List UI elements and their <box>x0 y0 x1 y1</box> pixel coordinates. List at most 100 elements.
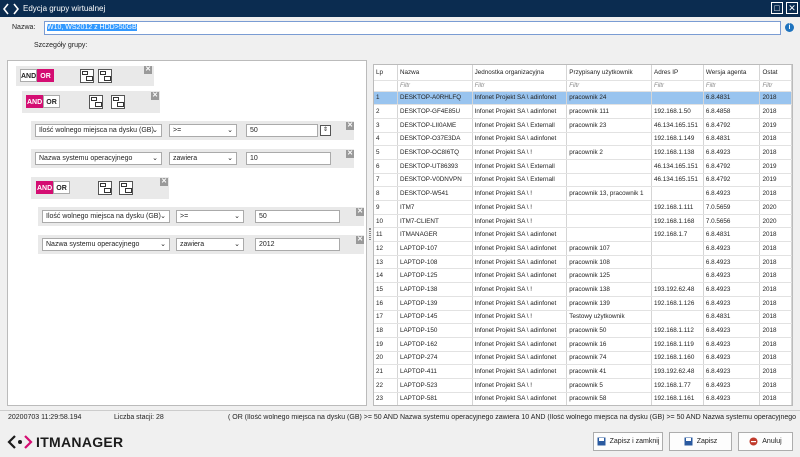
table-cell: 2019 <box>759 173 792 188</box>
condition-value-input[interactable]: 50 <box>246 124 318 137</box>
results-table: Lp Nazwa Jednostka organizacyjna Przypisany… <box>374 65 792 405</box>
table-cell: Infonet Projekt SA \ adinfonet <box>472 268 568 284</box>
condition-field-select[interactable]: Ilość wolnego miejsca na dysku (GB) ⌄ <box>35 124 162 137</box>
root-and-button[interactable]: AND <box>20 69 37 82</box>
table-row[interactable]: 13 LAPTOP-108 Infonet Projekt SA \ adinfon… <box>374 255 792 270</box>
table-cell: 6.8.4923 <box>703 282 761 297</box>
table-cell: 2018 <box>759 227 792 243</box>
group1-or-button[interactable]: OR <box>43 95 60 108</box>
table-cell: DESKTOP-LII0AME <box>397 118 473 133</box>
table-row[interactable]: 2 DESKTOP-GF4E85U Infonet Projekt SA \ adi… <box>374 104 792 119</box>
column-header[interactable]: Adres IP <box>651 65 704 81</box>
table-cell: 6.8.4923 <box>703 351 761 366</box>
column-filter[interactable]: Filtr <box>472 80 568 92</box>
table-cell: 192.168.1.149 <box>651 132 704 147</box>
group1-add-condition-icon[interactable] <box>89 95 103 109</box>
table-row[interactable]: 15 LAPTOP-138 Infonet Projekt SA \ ! pracow… <box>374 282 792 297</box>
table-cell: 2 <box>374 104 398 119</box>
save-button[interactable]: Zapisz <box>669 432 732 451</box>
status-timestamp: 20200703 11:29:58.194 <box>8 414 82 421</box>
splitter-handle[interactable] <box>369 228 371 240</box>
table-row[interactable]: 6 DESKTOP-UT86393 Infonet Projekt SA \ Ext… <box>374 159 792 174</box>
root-or-button[interactable]: OR <box>37 69 54 82</box>
table-row[interactable]: 3 DESKTOP-LII0AME Infonet Projekt SA \ Ext… <box>374 118 792 133</box>
name-label: Nazwa: <box>12 24 36 31</box>
remove-condition-button[interactable]: ✕ <box>346 122 354 130</box>
condition-value-input[interactable]: 50 <box>255 210 340 223</box>
condition-operator-select[interactable]: zawiera ⌄ <box>169 152 237 165</box>
group1-add-group-icon[interactable] <box>111 95 125 109</box>
column-header[interactable]: Ostat <box>759 65 792 81</box>
table-cell: 2018 <box>759 268 792 284</box>
column-header[interactable]: Jednostka organizacyjna <box>472 65 568 81</box>
table-row[interactable]: 20 LAPTOP-274 Infonet Projekt SA \ adinfon… <box>374 351 792 366</box>
table-row[interactable]: 11 ITMANAGER Infonet Projekt SA \ adinfone… <box>374 227 792 243</box>
remove-condition-button[interactable]: ✕ <box>356 208 364 216</box>
table-cell: 19 <box>374 337 398 352</box>
table-cell <box>651 241 704 256</box>
table-cell: 2018 <box>759 296 792 311</box>
table-row[interactable]: 12 LAPTOP-107 Infonet Projekt SA \ adinfon… <box>374 241 792 256</box>
add-condition-icon[interactable] <box>80 69 94 83</box>
table-row[interactable]: 9 ITM7 Infonet Projekt SA \ ! 192.168.1.111… <box>374 200 792 215</box>
remove-root-group-button[interactable]: ✕ <box>144 66 152 74</box>
table-row[interactable]: 23 LAPTOP-581 Infonet Projekt SA \ adinfon… <box>374 392 792 405</box>
condition-field-select[interactable]: Nazwa systemu operacyjnego ⌄ <box>42 238 170 251</box>
group2-add-group-icon[interactable] <box>119 181 133 195</box>
table-row[interactable]: 19 LAPTOP-162 Infonet Projekt SA \ adinfon… <box>374 337 792 352</box>
table-row[interactable]: 7 DESKTOP-V0DNVPN Infonet Projekt SA \ Ext… <box>374 173 792 188</box>
column-filter[interactable]: Filtr <box>566 80 653 92</box>
remove-condition-button[interactable]: ✕ <box>346 150 354 158</box>
table-row[interactable]: 17 LAPTOP-145 Infonet Projekt SA \ ! Testow… <box>374 310 792 325</box>
table-cell: 6.8.4923 <box>703 378 761 393</box>
table-cell: 2018 <box>759 392 792 405</box>
column-filter[interactable]: Filtr <box>397 80 473 92</box>
group2-add-condition-icon[interactable] <box>98 181 112 195</box>
add-group-icon[interactable] <box>98 69 112 83</box>
group2-or-button[interactable]: OR <box>53 181 70 194</box>
table-cell <box>566 159 653 174</box>
table-cell: 2018 <box>759 282 792 297</box>
column-filter[interactable]: Filtr <box>651 80 704 92</box>
condition-operator-select[interactable]: >= ⌄ <box>169 124 237 137</box>
table-cell: 6.8.4831 <box>703 132 761 147</box>
condition-field-select[interactable]: Nazwa systemu operacyjnego ⌄ <box>35 152 162 165</box>
column-header[interactable]: Wersja agenta <box>703 65 761 81</box>
condition-operator-select[interactable]: >= ⌄ <box>176 210 244 223</box>
table-cell: 2019 <box>759 159 792 174</box>
remove-group1-button[interactable]: ✕ <box>151 92 159 100</box>
table-row[interactable]: 1 DESKTOP-A0RHLFQ Infonet Projekt SA \ adi… <box>374 91 792 106</box>
table-cell: pracownik 13, pracownik 1 <box>566 186 653 201</box>
column-header[interactable]: Lp <box>374 65 398 81</box>
table-row[interactable]: 8 DESKTOP-W541 Infonet Projekt SA \ ! praco… <box>374 186 792 201</box>
spinner-icon[interactable]: ⇕ <box>320 125 331 136</box>
cancel-button[interactable]: Anuluj <box>738 432 793 451</box>
table-cell: 6.8.4923 <box>703 392 761 405</box>
condition-field-select[interactable]: Ilość wolnego miejsca na dysku (GB) ⌄ <box>42 210 170 223</box>
table-row[interactable]: 4 DESKTOP-O37E3DA Infonet Projekt SA \ adi… <box>374 132 792 147</box>
remove-group2-button[interactable]: ✕ <box>160 178 168 186</box>
column-filter[interactable]: Filtr <box>759 80 792 92</box>
name-input[interactable]: W10, WS2012 z HDD>50GB <box>44 21 781 35</box>
condition-value-input[interactable]: 2012 <box>255 238 340 251</box>
table-row[interactable]: 22 LAPTOP-523 Infonet Projekt SA \ ! pracow… <box>374 378 792 393</box>
table-row[interactable]: 14 LAPTOP-125 Infonet Projekt SA \ adinfon… <box>374 268 792 284</box>
column-filter[interactable]: Filtr <box>703 80 761 92</box>
table-row[interactable]: 18 LAPTOP-150 Infonet Projekt SA \ adinfon… <box>374 323 792 338</box>
column-header[interactable]: Przypisany użytkownik <box>566 65 653 81</box>
save-and-close-button[interactable]: Zapisz i zamknij <box>593 432 663 451</box>
table-row[interactable]: 5 DESKTOP-OC8I6TQ Infonet Projekt SA \ ! pr… <box>374 145 792 160</box>
close-window-button[interactable]: ✕ <box>786 2 798 14</box>
maximize-button[interactable]: □ <box>771 2 783 14</box>
table-row[interactable]: 21 LAPTOP-411 Infonet Projekt SA \ adinfon… <box>374 364 792 379</box>
table-row[interactable]: 10 ITM7-CLIENT Infonet Projekt SA \ ! 192.1… <box>374 214 792 229</box>
group1-and-button[interactable]: AND <box>26 95 43 108</box>
condition-value-input[interactable]: 10 <box>246 152 331 165</box>
column-header[interactable]: Nazwa <box>397 65 473 81</box>
remove-condition-button[interactable]: ✕ <box>356 236 364 244</box>
condition-operator-select[interactable]: zawiera ⌄ <box>176 238 244 251</box>
info-icon[interactable]: i <box>785 23 794 32</box>
group2-and-button[interactable]: AND <box>36 181 53 194</box>
table-row[interactable]: 16 LAPTOP-139 Infonet Projekt SA \ adinfon… <box>374 296 792 311</box>
column-filter[interactable] <box>374 80 398 92</box>
